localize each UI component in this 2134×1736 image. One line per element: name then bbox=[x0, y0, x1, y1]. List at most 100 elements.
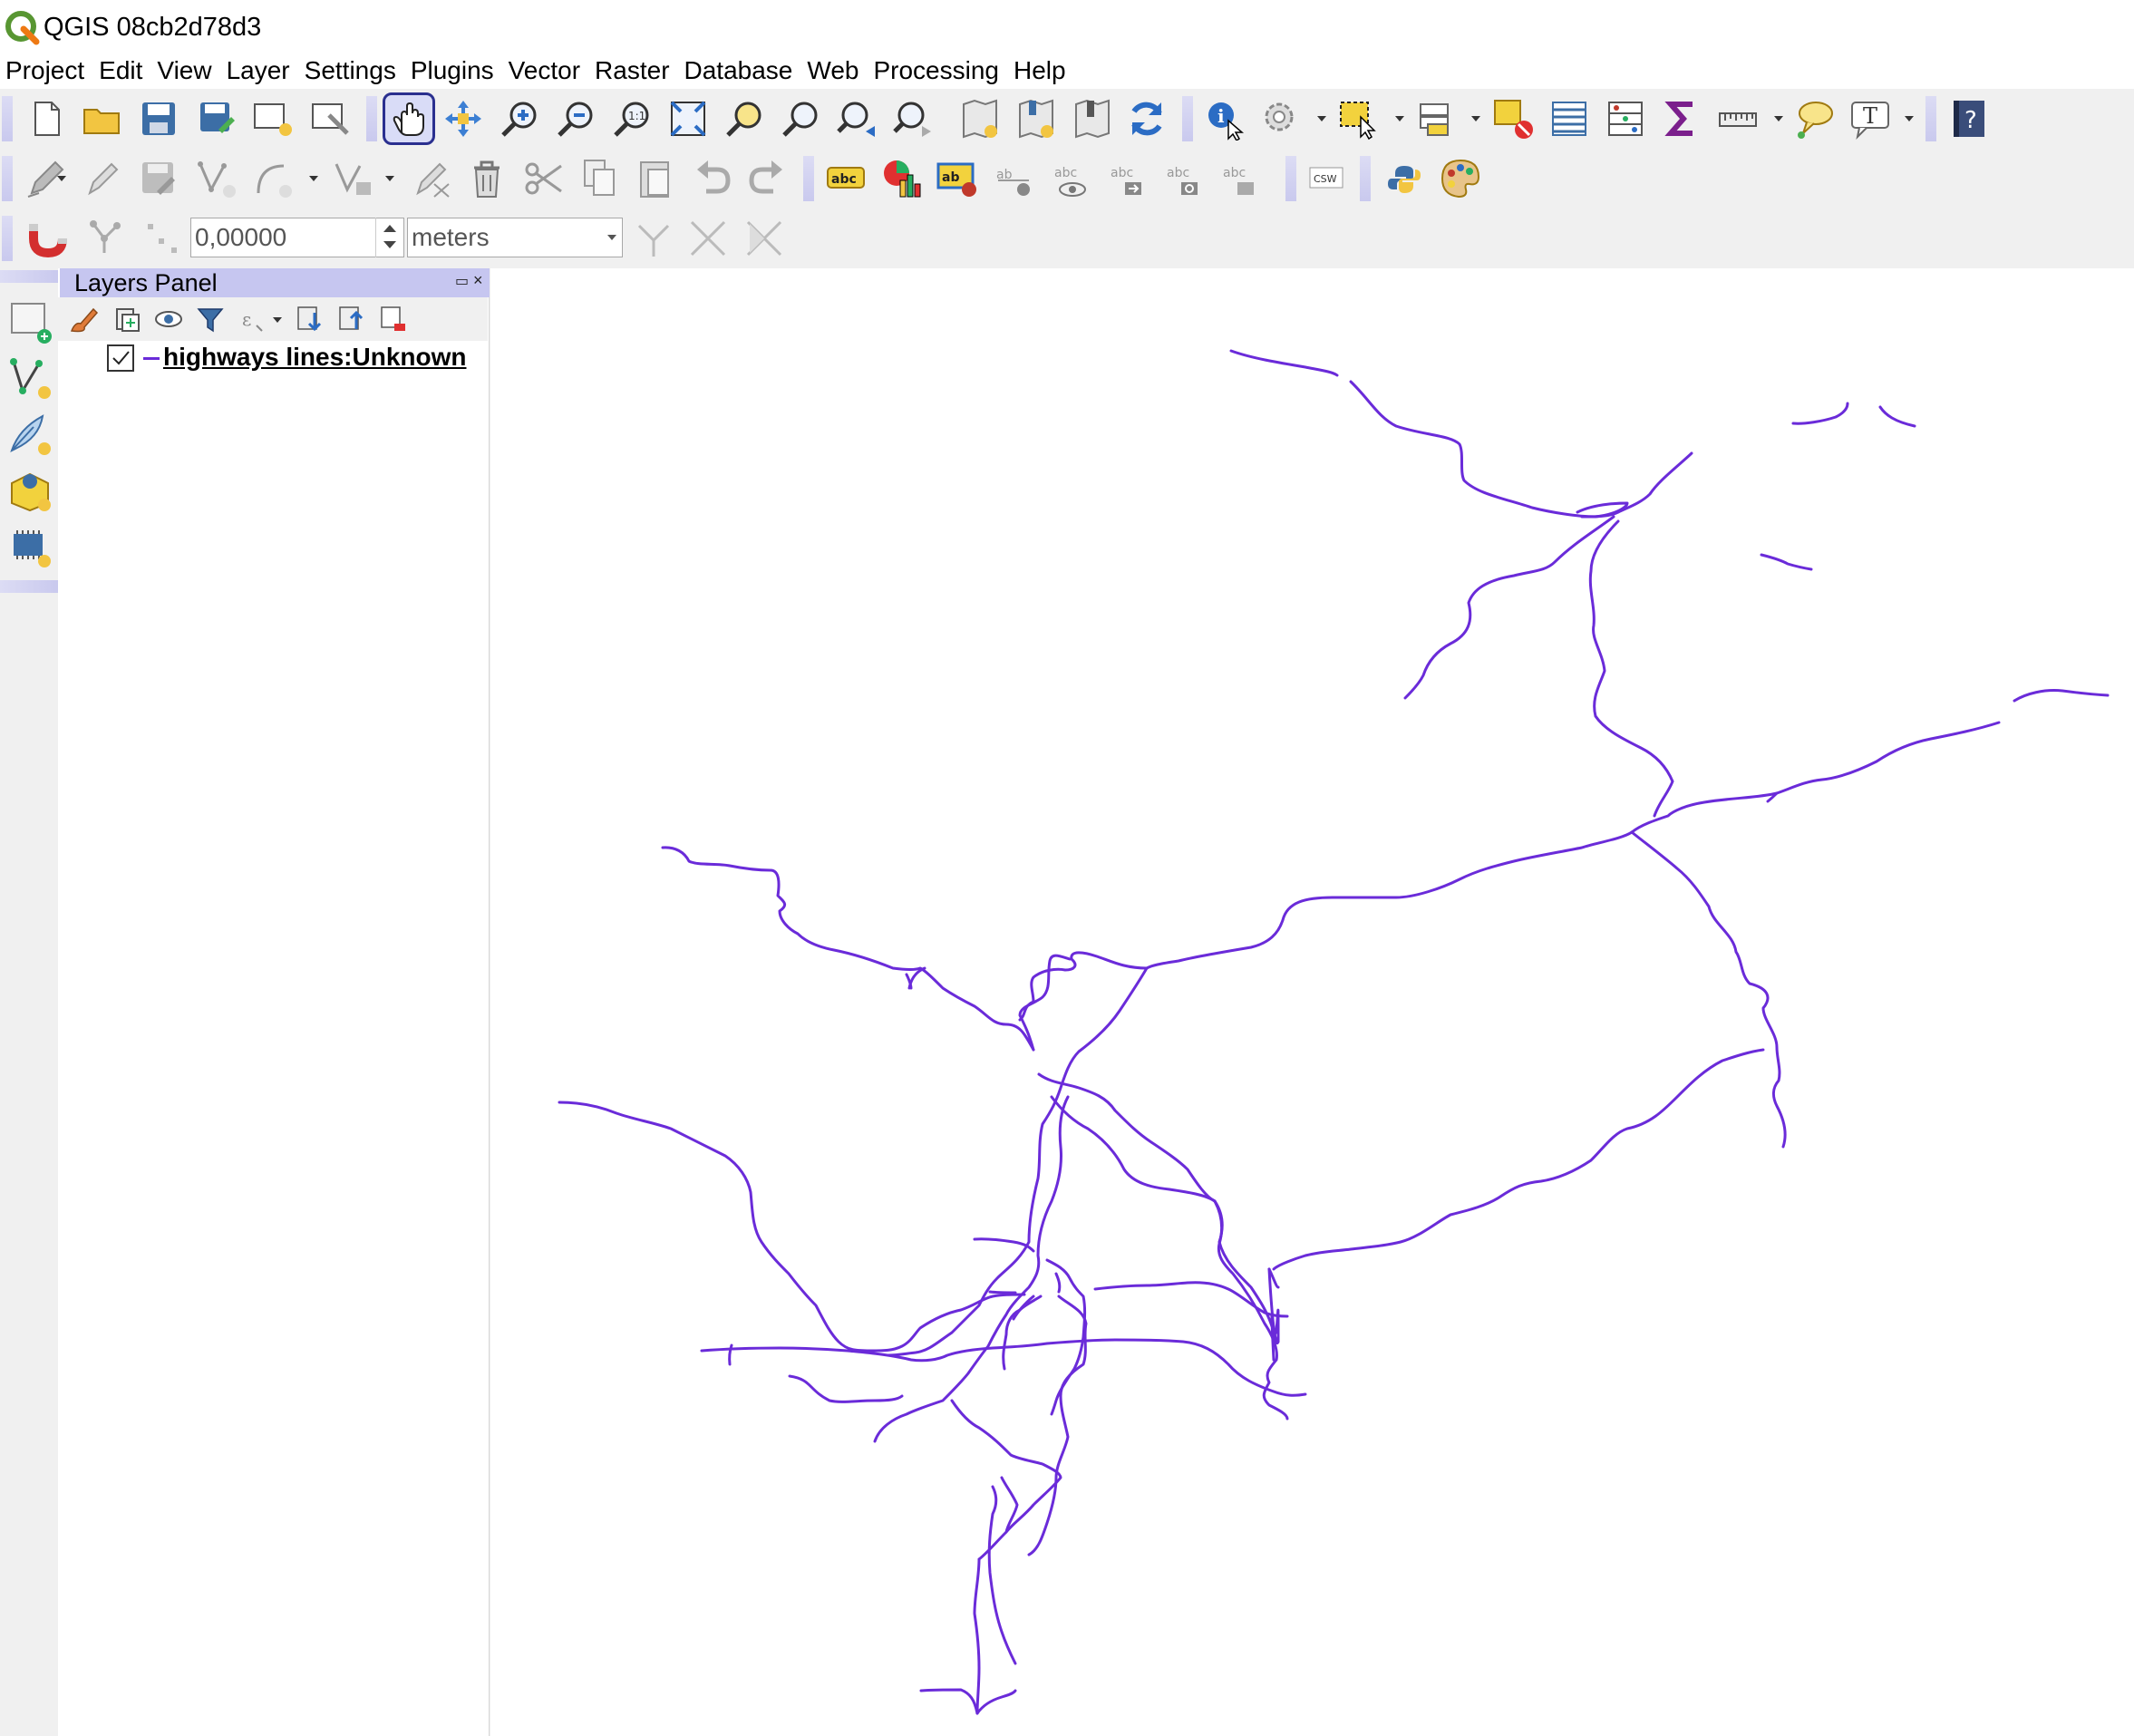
zoom-full-button[interactable] bbox=[662, 92, 714, 145]
text-annotation-button[interactable]: T bbox=[1844, 92, 1896, 145]
menu-edit[interactable]: Edit bbox=[99, 56, 150, 85]
zoom-out-button[interactable] bbox=[549, 92, 602, 145]
expand-all-button[interactable] bbox=[292, 301, 328, 337]
layer-tree-item[interactable]: highways lines:Unknown bbox=[58, 341, 488, 377]
menu-view[interactable]: View bbox=[157, 56, 218, 85]
menu-project[interactable]: Project bbox=[5, 56, 92, 85]
show-statistical-summary-button[interactable] bbox=[1655, 92, 1708, 145]
collapse-all-button[interactable] bbox=[334, 301, 370, 337]
open-project-button[interactable] bbox=[76, 92, 129, 145]
vertex-tool-button[interactable] bbox=[326, 152, 379, 205]
delete-selected-button[interactable] bbox=[461, 152, 513, 205]
pan-to-selection-button[interactable] bbox=[437, 92, 490, 145]
toolbar-grip[interactable] bbox=[1925, 96, 1936, 141]
map-tips-button[interactable] bbox=[1788, 92, 1840, 145]
current-edits-dropdown[interactable] bbox=[56, 172, 67, 185]
menu-vector[interactable]: Vector bbox=[509, 56, 587, 85]
open-layer-styling-button[interactable] bbox=[65, 301, 102, 337]
toolbar-grip[interactable] bbox=[2, 96, 13, 141]
zoom-next-button[interactable] bbox=[887, 92, 939, 145]
toolbar-grip[interactable] bbox=[1360, 156, 1371, 201]
select-by-value-button[interactable] bbox=[1411, 92, 1463, 145]
snapping-type-button[interactable] bbox=[136, 212, 189, 265]
toolbar-grip[interactable] bbox=[2, 156, 13, 201]
toolbar-grip[interactable] bbox=[1182, 96, 1193, 141]
layer-labeling-button[interactable]: abc bbox=[820, 152, 872, 205]
stepper-up-icon[interactable] bbox=[383, 225, 396, 232]
menu-layer[interactable]: Layer bbox=[227, 56, 297, 85]
expression-dropdown[interactable] bbox=[272, 314, 283, 326]
add-line-feature-button[interactable] bbox=[190, 152, 243, 205]
toggle-editing-button[interactable] bbox=[76, 152, 129, 205]
filter-by-expression-button[interactable]: ε bbox=[234, 301, 270, 337]
zoom-to-layer-button[interactable] bbox=[774, 92, 827, 145]
menu-help[interactable]: Help bbox=[1014, 56, 1073, 85]
menu-plugins[interactable]: Plugins bbox=[411, 56, 501, 85]
python-console-button[interactable] bbox=[1378, 152, 1431, 205]
new-spatialite-layer-button[interactable] bbox=[4, 408, 56, 461]
diagram-button[interactable] bbox=[876, 152, 928, 205]
menu-raster[interactable]: Raster bbox=[595, 56, 676, 85]
select-features-button[interactable] bbox=[1333, 92, 1385, 145]
measure-dropdown[interactable] bbox=[1773, 112, 1784, 125]
save-project-button[interactable] bbox=[132, 92, 185, 145]
paste-features-button[interactable] bbox=[629, 152, 682, 205]
save-layer-edits-button[interactable] bbox=[132, 152, 185, 205]
new-project-button[interactable] bbox=[20, 92, 73, 145]
toolbar-grip[interactable] bbox=[0, 270, 58, 283]
redo-button[interactable] bbox=[742, 152, 794, 205]
highlight-pinned-labels-button[interactable]: ab bbox=[932, 152, 985, 205]
cut-features-button[interactable] bbox=[517, 152, 569, 205]
pan-button[interactable] bbox=[383, 92, 435, 145]
toolbar-grip[interactable] bbox=[1285, 156, 1296, 201]
enable-tracing-button[interactable] bbox=[627, 212, 680, 265]
layer-visibility-checkbox[interactable] bbox=[107, 344, 134, 372]
new-vector-layer-button[interactable] bbox=[4, 352, 56, 404]
close-icon[interactable]: × bbox=[473, 271, 483, 290]
change-label-button[interactable]: abc bbox=[1213, 152, 1266, 205]
avoid-intersections-button[interactable] bbox=[738, 212, 791, 265]
new-print-layout-button[interactable] bbox=[247, 92, 299, 145]
menu-processing[interactable]: Processing bbox=[873, 56, 1006, 85]
snapping-unit-select[interactable]: meters bbox=[407, 218, 623, 257]
snapping-tolerance-stepper[interactable] bbox=[375, 218, 404, 257]
zoom-native-button[interactable]: 1:1 bbox=[606, 92, 658, 145]
select-by-value-dropdown[interactable] bbox=[1470, 112, 1481, 125]
temporal-controller-button[interactable] bbox=[1064, 92, 1117, 145]
refresh-button[interactable] bbox=[1120, 92, 1173, 145]
csw-button[interactable]: CSW bbox=[1300, 152, 1353, 205]
deselect-features-button[interactable] bbox=[1487, 92, 1539, 145]
add-circular-string-button[interactable] bbox=[247, 152, 299, 205]
statistics-button[interactable] bbox=[1599, 92, 1652, 145]
menu-web[interactable]: Web bbox=[807, 56, 866, 85]
run-feature-action-button[interactable] bbox=[1255, 92, 1307, 145]
select-features-dropdown[interactable] bbox=[1394, 112, 1405, 125]
new-bookmark-button[interactable] bbox=[952, 92, 1004, 145]
zoom-in-button[interactable] bbox=[493, 92, 546, 145]
measure-line-button[interactable] bbox=[1712, 92, 1764, 145]
rotate-label-button[interactable]: abc bbox=[1157, 152, 1209, 205]
annotation-dropdown[interactable] bbox=[1904, 112, 1915, 125]
filter-legend-button[interactable] bbox=[192, 301, 228, 337]
remove-layer-button[interactable] bbox=[375, 301, 412, 337]
toolbar-grip[interactable] bbox=[2, 216, 13, 261]
snapping-tolerance-input[interactable]: 0,00000 bbox=[190, 218, 404, 257]
stepper-down-icon[interactable] bbox=[383, 241, 396, 248]
identify-features-button[interactable]: i bbox=[1198, 92, 1251, 145]
float-panel-icon[interactable]: ▭ bbox=[455, 272, 469, 290]
pin-labels-button[interactable]: ab bbox=[988, 152, 1041, 205]
circular-string-dropdown[interactable] bbox=[308, 172, 319, 185]
toolbar-grip[interactable] bbox=[0, 580, 58, 593]
new-geopackage-layer-button[interactable] bbox=[4, 464, 56, 517]
zoom-to-selection-button[interactable] bbox=[718, 92, 771, 145]
manage-map-themes-button[interactable] bbox=[150, 301, 187, 337]
menu-database[interactable]: Database bbox=[684, 56, 800, 85]
toolbar-grip[interactable] bbox=[366, 96, 377, 141]
snapping-mode-button[interactable] bbox=[82, 212, 134, 265]
topological-editing-button[interactable] bbox=[682, 212, 734, 265]
digitize-with-segment-button[interactable] bbox=[404, 152, 457, 205]
show-hide-labels-button[interactable]: abc bbox=[1044, 152, 1097, 205]
save-as-button[interactable] bbox=[190, 92, 243, 145]
style-palette-button[interactable] bbox=[1434, 152, 1487, 205]
attribute-table-button[interactable] bbox=[1543, 92, 1596, 145]
